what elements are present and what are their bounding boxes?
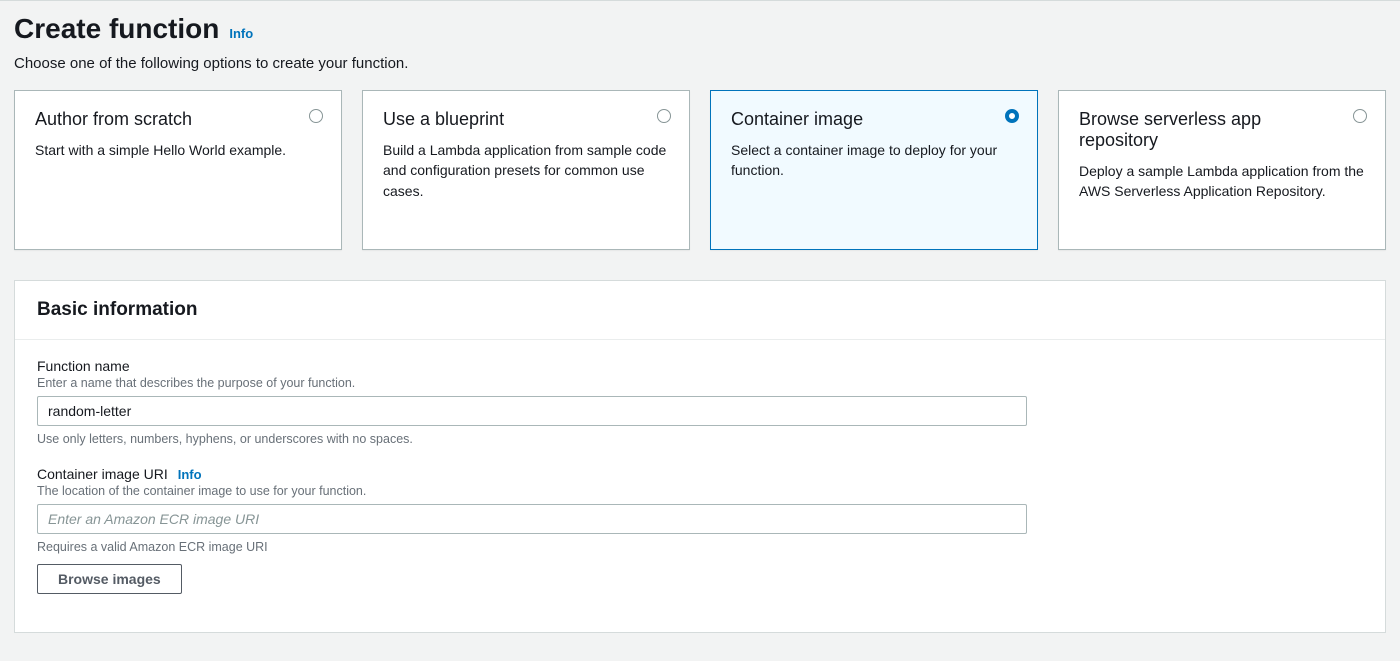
radio-icon: [1353, 109, 1367, 123]
option-desc: Build a Lambda application from sample c…: [383, 140, 669, 201]
option-use-blueprint[interactable]: Use a blueprint Build a Lambda applicati…: [362, 90, 690, 250]
radio-icon: [309, 109, 323, 123]
panel-body: Function name Enter a name that describe…: [15, 340, 1385, 632]
option-container-image[interactable]: Container image Select a container image…: [710, 90, 1038, 250]
page-subtitle: Choose one of the following options to c…: [14, 55, 1386, 72]
title-row: Create function Info: [14, 13, 1386, 45]
function-name-hint: Use only letters, numbers, hyphens, or u…: [37, 432, 1027, 446]
page-title: Create function: [14, 13, 219, 45]
option-title: Author from scratch: [35, 109, 321, 130]
container-uri-info-link[interactable]: Info: [178, 467, 202, 482]
browse-images-button[interactable]: Browse images: [37, 564, 182, 594]
option-desc: Start with a simple Hello World example.: [35, 140, 321, 160]
panel-header: Basic information: [15, 281, 1385, 340]
radio-icon: [657, 109, 671, 123]
function-name-label: Function name: [37, 358, 1027, 374]
function-name-help: Enter a name that describes the purpose …: [37, 376, 1027, 390]
option-browse-serverless[interactable]: Browse serverless app repository Deploy …: [1058, 90, 1386, 250]
option-title: Use a blueprint: [383, 109, 669, 130]
container-uri-group: Container image URI Info The location of…: [37, 466, 1027, 594]
create-function-page: Create function Info Choose one of the f…: [0, 0, 1400, 645]
radio-icon: [1005, 109, 1019, 123]
function-name-group: Function name Enter a name that describe…: [37, 358, 1027, 446]
container-uri-help: The location of the container image to u…: [37, 484, 1027, 498]
options-row: Author from scratch Start with a simple …: [14, 90, 1386, 250]
container-uri-hint: Requires a valid Amazon ECR image URI: [37, 540, 1027, 554]
function-name-input[interactable]: [37, 396, 1027, 426]
info-link[interactable]: Info: [229, 26, 253, 41]
option-desc: Select a container image to deploy for y…: [731, 140, 1017, 181]
option-title: Container image: [731, 109, 1017, 130]
option-desc: Deploy a sample Lambda application from …: [1079, 161, 1365, 202]
option-author-from-scratch[interactable]: Author from scratch Start with a simple …: [14, 90, 342, 250]
option-title: Browse serverless app repository: [1079, 109, 1365, 151]
container-uri-input[interactable]: [37, 504, 1027, 534]
basic-info-panel: Basic information Function name Enter a …: [14, 280, 1386, 633]
container-uri-label: Container image URI: [37, 466, 168, 482]
panel-title: Basic information: [37, 299, 1363, 321]
